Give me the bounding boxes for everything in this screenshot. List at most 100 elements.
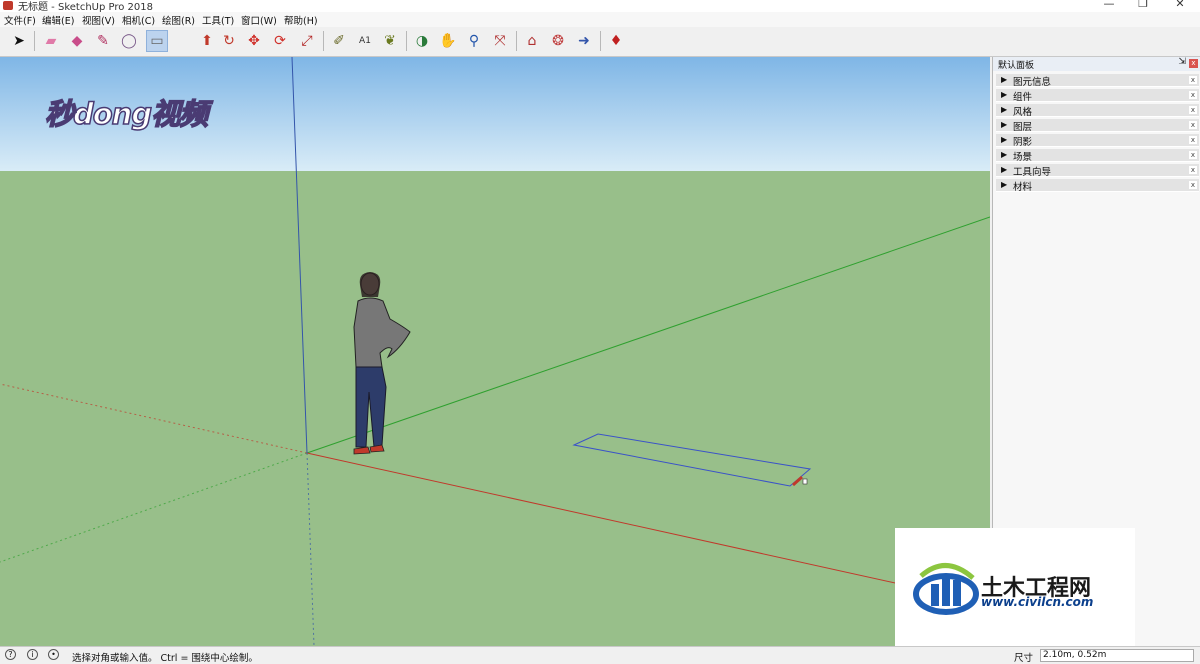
red-axis-positive [306,452,990,605]
text-icon[interactable]: A1 [354,30,376,52]
status-bar: ? i • 选择对角或输入值。 Ctrl = 围绕中心绘制。 尺寸 2.10m,… [0,646,1200,664]
zoom-icon[interactable]: ⚲ [463,30,485,52]
zoom-extents-icon[interactable]: ⤧ [489,30,511,52]
3d-viewport[interactable]: 秒dong视频 [0,57,990,646]
toolbar-separator [600,31,601,51]
rotate-offset-icon[interactable]: ↻ [218,30,240,52]
ruby-icon[interactable]: ♦ [605,30,627,52]
civilcn-logo-icon [913,563,979,615]
expand-arrow-icon: ▶ [1001,75,1008,84]
title-bar: 无标题 - SketchUp Pro 2018 — ❐ ✕ [0,0,1200,13]
line-icon[interactable]: ✎ [92,30,114,52]
tray-close-icon[interactable]: x [1189,166,1197,174]
tray-close-icon[interactable]: x [1189,151,1197,159]
paint-bucket-icon[interactable]: ◆ [66,30,88,52]
tray-close-icon[interactable]: x [1189,76,1197,84]
status-message: 选择对角或输入值。 Ctrl = 围绕中心绘制。 [72,653,258,664]
tray-scenes[interactable]: ▶ 场景 x [996,149,1199,163]
menu-tools[interactable]: 工具(T) [202,13,234,27]
tray-layers[interactable]: ▶ 图层 x [996,119,1199,133]
watermark-url: www.civilcn.com [981,595,1094,609]
expand-arrow-icon: ▶ [1001,180,1008,189]
tray-label: 图层 [1013,122,1033,133]
scale-icon[interactable]: ⤢ [296,30,318,52]
menu-edit[interactable]: 编辑(E) [42,13,74,27]
tray-label: 组件 [1013,92,1033,103]
green-axis-positive [306,216,990,454]
pin-icon[interactable]: ⇲ [1178,57,1186,67]
eraser-icon[interactable]: ▰ [40,30,62,52]
tray-materials[interactable]: ▶ 材料 x [996,179,1199,193]
tray-components[interactable]: ▶ 组件 x [996,89,1199,103]
expand-arrow-icon: ▶ [1001,150,1008,159]
expand-arrow-icon: ▶ [1001,165,1008,174]
rectangle-icon[interactable]: ▭ [146,30,168,52]
close-button[interactable]: ✕ [1165,0,1195,11]
toolbar-separator [34,31,35,51]
red-axis-negative [0,383,308,454]
toolbar-separator [323,31,324,51]
menu-help[interactable]: 帮助(H) [284,13,318,27]
tray-styles[interactable]: ▶ 风格 x [996,104,1199,118]
tape-measure-icon[interactable]: ✐ [328,30,350,52]
expand-arrow-icon: ▶ [1001,135,1008,144]
toolbar-separator [406,31,407,51]
warehouse-icon[interactable]: ⌂ [521,30,543,52]
panel-header: 默认面板 ⇲ x [993,57,1200,71]
tray-label: 图元信息 [1013,77,1052,88]
tray-close-icon[interactable]: x [1189,91,1197,99]
dimension-label: 尺寸 [1014,653,1034,664]
tray-label: 材料 [1013,182,1033,193]
menu-file[interactable]: 文件(F) [4,13,36,27]
geo-location-icon[interactable]: ? [5,649,16,660]
pencil-cursor-icon [792,475,808,487]
tray-label: 场景 [1013,152,1033,163]
civilcn-watermark: 土木工程网 www.civilcn.com [895,528,1135,646]
tray-close-icon[interactable]: x [1189,121,1197,129]
orbit-icon[interactable]: ◑ [411,30,433,52]
toolbar-separator [516,31,517,51]
blue-axis-negative [306,452,315,646]
maximize-button[interactable]: ❐ [1128,0,1158,11]
paint-icon[interactable]: ❦ [379,30,401,52]
tray-close-icon[interactable]: x [1189,106,1197,114]
tray-label: 阴影 [1013,137,1033,148]
panel-close-icon[interactable]: x [1189,59,1198,68]
select-icon[interactable]: ➤ [8,30,30,52]
circle-icon[interactable]: ◯ [118,30,140,52]
video-logo-overlay: 秒dong视频 [44,96,209,132]
pushpull-icon[interactable]: ⬆ [196,30,218,52]
tray-entity-info[interactable]: ▶ 图元信息 x [996,74,1199,88]
panel-title: 默认面板 [998,61,1035,71]
expand-arrow-icon: ▶ [1001,90,1008,99]
user-icon[interactable]: • [48,649,59,660]
menu-draw[interactable]: 绘图(R) [162,13,195,27]
main-toolbar: ➤ ▰ ◆ ✎ ◯ ▭ ⬆ ↻ ✥ ⟳ ⤢ ✐ A1 ❦ ◑ ✋ ⚲ ⤧ ⌂ ❂… [0,27,1200,57]
rotate-icon[interactable]: ⟳ [269,30,291,52]
extension-icon[interactable]: ❂ [547,30,569,52]
share-icon[interactable]: ➜ [573,30,595,52]
measurements-box[interactable]: 2.10m, 0.52m [1040,649,1194,662]
model-axes [0,57,990,646]
menu-bar: 文件(F) 编辑(E) 视图(V) 相机(C) 绘图(R) 工具(T) 窗口(W… [0,12,1200,27]
blue-axis-positive [291,57,308,454]
tray-instructor[interactable]: ▶ 工具向导 x [996,164,1199,178]
sketchup-app-icon [3,1,13,10]
expand-arrow-icon: ▶ [1001,120,1008,129]
menu-window[interactable]: 窗口(W) [241,13,277,27]
expand-arrow-icon: ▶ [1001,105,1008,114]
tray-close-icon[interactable]: x [1189,136,1197,144]
menu-view[interactable]: 视图(V) [82,13,115,27]
drawn-rectangle[interactable] [572,433,812,487]
credits-icon[interactable]: i [27,649,38,660]
tray-label: 风格 [1013,107,1033,118]
tray-close-icon[interactable]: x [1189,181,1197,189]
green-axis-negative [0,452,308,563]
tray-shadows[interactable]: ▶ 阴影 x [996,134,1199,148]
minimize-button[interactable]: — [1094,0,1124,11]
menu-camera[interactable]: 相机(C) [122,13,155,27]
scale-figure [353,272,411,455]
pan-icon[interactable]: ✋ [437,30,459,52]
move-icon[interactable]: ✥ [243,30,265,52]
tray-label: 工具向导 [1013,167,1052,178]
